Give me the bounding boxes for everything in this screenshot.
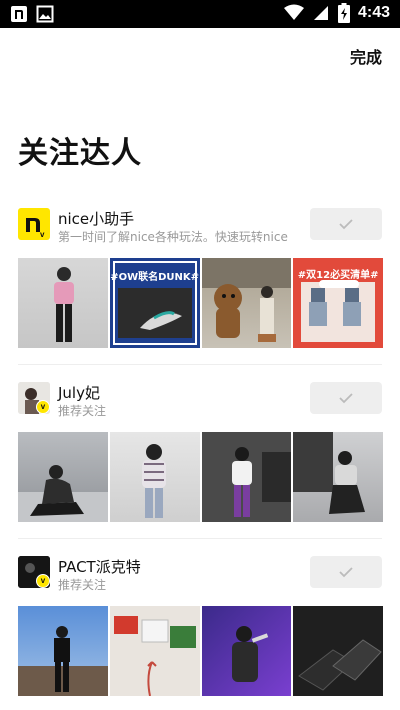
post-thumbnail[interactable]: #OW联名DUNK# [109,258,200,348]
section-divider [18,364,382,365]
status-time: 4:43 [357,4,390,21]
post-thumbnail[interactable] [18,606,108,696]
check-icon [339,567,353,578]
recommend-section-nice: v nice小助手 第一时间了解nice各种玩法。快速玩转nice #OW联名D… [0,200,400,348]
status-bar: 4:43 [0,0,400,28]
post-thumbnail[interactable]: #双12必买清单# [293,258,383,348]
nice-logo-icon: v [26,218,45,239]
follow-button[interactable] [310,382,382,414]
post-thumbnail[interactable] [293,606,383,696]
post-thumbnail[interactable] [109,432,200,522]
post-thumbnail[interactable] [201,606,292,696]
done-button[interactable]: 完成 [350,44,382,68]
svg-text:v: v [40,230,45,239]
post-thumbnail[interactable] [18,258,108,348]
wifi-icon [283,4,304,20]
signal-icon [313,6,328,20]
account-name[interactable]: PACT派克特 [58,556,141,577]
account-desc: 第一时间了解nice各种玩法。快速玩转nice [58,230,288,244]
post-thumbnail[interactable] [201,432,292,522]
post-caption: #双12必买清单# [297,270,379,281]
post-caption: #OW联名DUNK# [110,272,200,283]
app-notification-icon [11,6,27,22]
avatar[interactable]: v [18,208,50,240]
account-name[interactable]: July妃 [58,382,100,403]
account-name[interactable]: nice小助手 [58,208,134,229]
follow-button[interactable] [310,208,382,240]
account-desc: 推荐关注 [58,578,107,592]
image-notification-icon [36,5,54,23]
page-title: 关注达人 [18,136,142,171]
battery-icon [337,3,350,23]
check-icon [339,393,353,404]
verified-badge-icon: v [36,400,50,414]
follow-button[interactable] [310,556,382,588]
check-icon [339,219,353,230]
post-thumbnail[interactable] [293,432,383,522]
post-thumbnail[interactable] [18,432,108,522]
recommend-section-july: v July妃 推荐关注 [0,374,400,522]
verified-badge-icon: v [36,574,50,588]
post-thumbnail[interactable] [201,258,292,348]
post-thumbnail[interactable] [109,606,200,696]
account-desc: 推荐关注 [58,404,107,418]
section-divider [18,538,382,539]
recommend-section-pact: v PACT派克特 推荐关注 [0,548,400,696]
